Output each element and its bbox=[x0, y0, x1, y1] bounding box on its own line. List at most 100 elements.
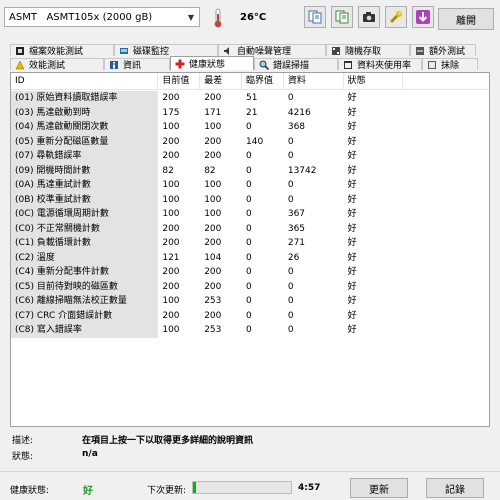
tab-label: 檔案效能測試 bbox=[29, 47, 84, 56]
tab-extra-tests[interactable]: 額外測試 bbox=[410, 44, 476, 56]
drive-select-value: ASMT ASMT105x (2000 gB) bbox=[9, 11, 153, 23]
cell-status: 好 bbox=[347, 151, 357, 161]
health-label: 健康狀態: bbox=[10, 486, 50, 496]
cell-data: 0 bbox=[287, 325, 294, 335]
table-row[interactable]: (09) 開機時間計數 82 82 0 13742 好 bbox=[11, 163, 489, 179]
random-access-icon bbox=[332, 46, 340, 55]
disk-monitor-icon bbox=[120, 47, 128, 54]
thermometer-icon bbox=[214, 8, 222, 28]
copy-all-button[interactable] bbox=[331, 6, 353, 28]
status-label: 狀態: bbox=[12, 452, 34, 462]
cell-status: 好 bbox=[347, 223, 357, 234]
cell-data: 367 bbox=[287, 209, 306, 219]
cell-status: 好 bbox=[347, 180, 357, 190]
refresh-button[interactable]: 更新 bbox=[350, 478, 408, 498]
tab-folder-usage[interactable]: 資料夾使用率 bbox=[338, 58, 422, 70]
cell-current: 200 bbox=[162, 136, 180, 147]
tab-label: 錯誤掃描 bbox=[273, 61, 310, 70]
cell-data: 0 bbox=[287, 267, 294, 277]
screenshot-button[interactable] bbox=[358, 6, 380, 28]
cell-threshold: 0 bbox=[246, 267, 252, 277]
column-header-status[interactable]: 狀態 bbox=[344, 73, 404, 89]
tab-benchmark[interactable]: 效能測試 bbox=[10, 58, 104, 70]
cell-data: 365 bbox=[287, 223, 306, 234]
log-button[interactable]: 記錄 bbox=[426, 478, 484, 498]
cell-threshold: 0 bbox=[246, 325, 252, 335]
tab-error-scan[interactable]: 錯誤掃描 bbox=[254, 58, 338, 70]
table-row[interactable]: (04) 馬達啟動關閉次數 100 100 0 368 好 bbox=[11, 120, 489, 135]
status-value: n/a bbox=[82, 449, 98, 459]
cell-id: (09) 開機時間計數 bbox=[11, 163, 159, 178]
cell-current: 200 bbox=[162, 310, 180, 321]
table-row[interactable]: (C1) 負載循環計數 200 200 0 271 好 bbox=[11, 236, 489, 251]
cell-id: (C0) 不正常關機計數 bbox=[11, 221, 159, 236]
table-row[interactable]: (01) 原始資料讀取錯誤率 200 200 51 0 好 bbox=[11, 91, 489, 106]
extra-tests-icon bbox=[416, 46, 424, 55]
tab-random-access[interactable]: 隨機存取 bbox=[326, 44, 410, 56]
copy-button[interactable] bbox=[304, 6, 326, 28]
cell-threshold: 0 bbox=[246, 223, 252, 234]
smart-table[interactable]: ID 目前值 最差 臨界值 資料 狀態 (01) 原始資料讀取錯誤率 200 200… bbox=[10, 72, 490, 427]
cell-current: 82 bbox=[162, 165, 174, 176]
cell-status: 好 bbox=[347, 238, 357, 248]
table-row[interactable]: (C0) 不正常關機計數 200 200 0 365 好 bbox=[11, 221, 489, 236]
table-row[interactable]: (03) 馬達啟動到時 175 171 21 4216 好 bbox=[11, 105, 489, 120]
cell-worst: 200 bbox=[204, 281, 222, 292]
magnifier-icon bbox=[259, 60, 269, 70]
cell-id: (04) 馬達啟動關閉次數 bbox=[11, 120, 159, 135]
table-row[interactable]: (0A) 馬達重試計數 100 100 0 0 好 bbox=[11, 178, 489, 193]
table-row[interactable]: (C8) 寫入錯誤率 100 253 0 0 好 bbox=[11, 323, 489, 338]
column-header-current[interactable]: 目前值 bbox=[158, 73, 201, 89]
tab-disk-monitor[interactable]: 磁碟監控 bbox=[114, 44, 218, 56]
tab-file-benchmark[interactable]: 檔案效能測試 bbox=[10, 44, 114, 56]
tab-label: 資訊 bbox=[123, 61, 142, 70]
column-header-data[interactable]: 資料 bbox=[284, 73, 344, 89]
cell-current: 100 bbox=[162, 180, 180, 190]
drive-select[interactable]: ASMT ASMT105x (2000 gB) ▼ bbox=[4, 7, 200, 27]
table-row[interactable]: (0C) 電源循環周期計數 100 100 0 367 好 bbox=[11, 207, 489, 222]
tab-erase[interactable]: 抹除 bbox=[422, 58, 478, 70]
cell-threshold: 0 bbox=[246, 122, 252, 132]
cell-status: 好 bbox=[347, 310, 357, 321]
cell-id: (C5) 目前待對映的磁區數 bbox=[11, 279, 159, 294]
tab-info[interactable]: 資訊 bbox=[104, 58, 170, 70]
cell-blank bbox=[403, 265, 489, 280]
cell-data: 0 bbox=[287, 93, 294, 103]
table-row[interactable]: (C5) 目前待對映的磁區數 200 200 0 0 好 bbox=[11, 279, 489, 294]
benchmark-icon bbox=[15, 59, 25, 69]
cell-worst: 82 bbox=[204, 165, 216, 176]
cell-current: 200 bbox=[162, 151, 180, 161]
cell-id: (C1) 負載循環計數 bbox=[11, 236, 159, 251]
toolbar: ASMT ASMT105x (2000 gB) ▼ 26°C 離開 bbox=[0, 0, 500, 36]
table-row[interactable]: (C6) 離線掃瞄無法校正數量 100 253 0 0 好 bbox=[11, 294, 489, 309]
cell-current: 175 bbox=[162, 107, 180, 118]
description-value: 在項目上按一下以取得更多詳細的說明資訊 bbox=[82, 436, 254, 446]
table-row[interactable]: (05) 重新分配磁區數量 200 200 140 0 好 bbox=[11, 134, 489, 149]
exit-button[interactable]: 離開 bbox=[438, 8, 494, 30]
table-row[interactable]: (07) 尋軌錯誤率 200 200 0 0 好 bbox=[11, 149, 489, 164]
column-header-worst[interactable]: 最差 bbox=[200, 73, 243, 89]
tab-row-top: 檔案效能測試 磁碟監控 自動噪聲管理 隨機存取 額外測試 bbox=[10, 44, 476, 56]
cell-status: 好 bbox=[347, 107, 357, 118]
save-button[interactable] bbox=[412, 6, 434, 28]
cell-current: 100 bbox=[162, 194, 180, 205]
table-row[interactable]: (C4) 重新分配事件計數 200 200 0 0 好 bbox=[11, 265, 489, 280]
cell-threshold: 51 bbox=[246, 93, 258, 103]
cell-blank bbox=[403, 164, 489, 179]
tab-label: 磁碟監控 bbox=[133, 47, 170, 56]
tab-aam[interactable]: 自動噪聲管理 bbox=[218, 44, 326, 56]
temperature-value: 26°C bbox=[240, 12, 267, 23]
column-header-threshold[interactable]: 臨界值 bbox=[242, 73, 284, 89]
cell-current: 100 bbox=[162, 296, 180, 306]
cell-current: 200 bbox=[162, 281, 180, 292]
column-header-blank bbox=[403, 73, 489, 89]
cell-status: 好 bbox=[347, 325, 357, 335]
cell-worst: 200 bbox=[204, 310, 222, 321]
table-row[interactable]: (0B) 校準重試計數 100 100 0 0 好 bbox=[11, 192, 489, 207]
table-row[interactable]: (C7) CRC 介面錯誤計數 200 200 0 0 好 bbox=[11, 308, 489, 323]
tab-health[interactable]: 健康狀態 bbox=[170, 56, 254, 70]
table-row[interactable]: (C2) 溫度 121 104 0 26 好 bbox=[11, 250, 489, 265]
cell-status: 好 bbox=[347, 267, 357, 277]
column-header-id[interactable]: ID bbox=[11, 73, 159, 89]
options-button[interactable] bbox=[385, 6, 407, 28]
